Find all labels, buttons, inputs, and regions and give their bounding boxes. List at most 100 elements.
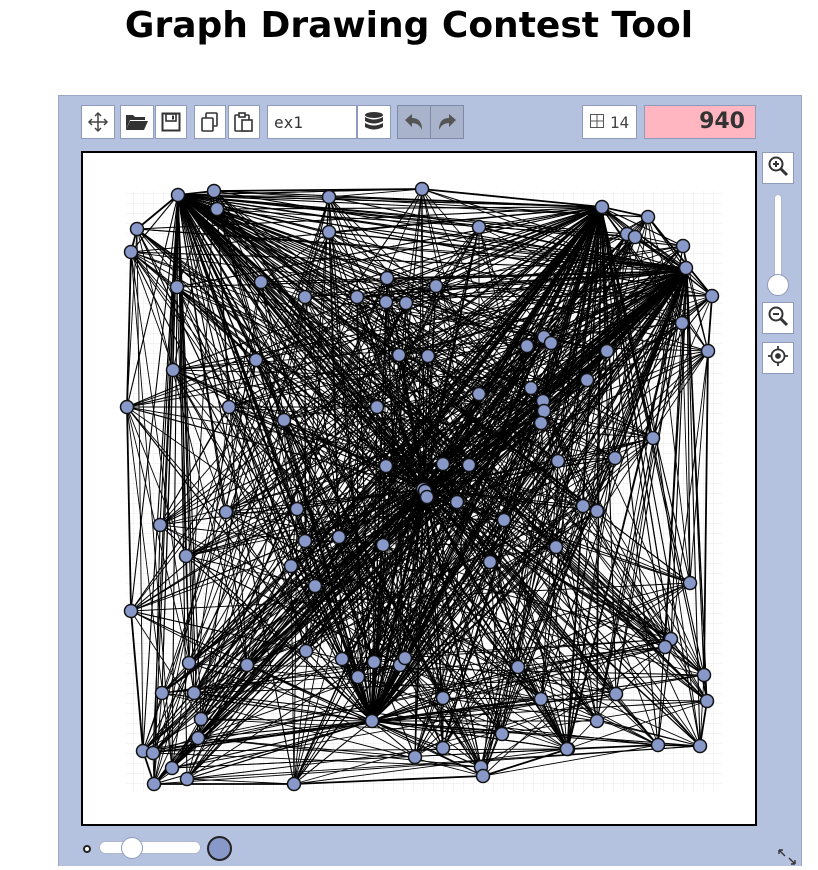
graph-vertex[interactable] [364, 713, 380, 729]
graph-vertex[interactable] [428, 278, 444, 294]
graph-vertex[interactable] [494, 726, 510, 742]
copy-button[interactable] [194, 105, 226, 139]
vertex-size-slider-track[interactable] [99, 841, 201, 854]
undo-button[interactable] [397, 105, 431, 139]
zoom-in-button[interactable] [762, 152, 794, 184]
graph-vertex[interactable] [321, 189, 337, 205]
graph-vertex[interactable] [608, 686, 624, 702]
graph-vertex[interactable] [533, 691, 549, 707]
graph-vertex[interactable] [435, 740, 451, 756]
vertex-size-slider-handle[interactable] [121, 837, 143, 859]
graph-vertex[interactable] [123, 603, 139, 619]
graph-vertex[interactable] [533, 415, 549, 431]
graph-vertex[interactable] [471, 386, 487, 402]
graph-vertex[interactable] [178, 548, 194, 564]
graph-vertex[interactable] [510, 659, 526, 675]
database-button[interactable] [357, 105, 391, 139]
graph-vertex[interactable] [349, 289, 365, 305]
center-view-button[interactable] [762, 342, 794, 374]
graph-vertex[interactable] [414, 181, 430, 197]
graph-vertex[interactable] [334, 651, 350, 667]
graph-vertex[interactable] [407, 749, 423, 765]
graph-vertex[interactable] [692, 738, 708, 754]
graph-vertex[interactable] [145, 745, 161, 761]
graph-vertex[interactable] [146, 776, 162, 792]
redo-button[interactable] [430, 105, 464, 139]
graph-vertex[interactable] [164, 760, 180, 776]
graph-vertex[interactable] [297, 289, 313, 305]
graph-vertex[interactable] [248, 352, 264, 368]
graph-vertex[interactable] [397, 650, 413, 666]
graph-vertex[interactable] [239, 657, 255, 673]
graph-vertex[interactable] [536, 403, 552, 419]
graph-vertex[interactable] [369, 399, 385, 415]
graph-vertex[interactable] [366, 654, 382, 670]
graph-vertex[interactable] [589, 713, 605, 729]
graph-vertex[interactable] [589, 503, 605, 519]
graph-vertex[interactable] [170, 187, 186, 203]
graph-vertex[interactable] [640, 209, 656, 225]
graph-vertex[interactable] [550, 453, 566, 469]
graph-vertex[interactable] [193, 711, 209, 727]
graph-vertex[interactable] [321, 224, 337, 240]
graph-vertex[interactable] [165, 362, 181, 378]
graph-vertex[interactable] [482, 554, 498, 570]
graph-vertex[interactable] [548, 539, 564, 555]
graph-vertex[interactable] [699, 693, 715, 709]
graph-vertex[interactable] [169, 279, 185, 295]
graph-vertex[interactable] [704, 288, 720, 304]
graph-vertex[interactable] [599, 343, 615, 359]
graph-vertex[interactable] [675, 238, 691, 254]
graph-vertex[interactable] [181, 655, 197, 671]
graph-vertex[interactable] [696, 667, 712, 683]
graph-vertex[interactable] [607, 450, 623, 466]
graph-vertex[interactable] [286, 776, 302, 792]
paste-button[interactable] [228, 105, 260, 139]
graph-vertex[interactable] [650, 737, 666, 753]
graph-vertex[interactable] [289, 501, 305, 517]
graph-vertex[interactable] [523, 380, 539, 396]
graph-vertex[interactable] [391, 347, 407, 363]
graph-vertex[interactable] [378, 458, 394, 474]
graph-vertex[interactable] [378, 294, 394, 310]
graph-vertex[interactable] [123, 244, 139, 260]
graph-vertex[interactable] [221, 399, 237, 415]
graph-vertex[interactable] [543, 335, 559, 351]
graph-name-input[interactable] [267, 105, 357, 139]
graph-vertex[interactable] [435, 456, 451, 472]
graph-vertex[interactable] [471, 219, 487, 235]
graph-vertex[interactable] [579, 372, 595, 388]
zoom-out-button[interactable] [762, 302, 794, 334]
move-button[interactable] [81, 105, 115, 139]
graph-vertex[interactable] [475, 768, 491, 784]
resize-grip-icon[interactable] [777, 848, 797, 866]
graph-vertex[interactable] [276, 412, 292, 428]
graph-vertex[interactable] [154, 685, 170, 701]
graph-vertex[interactable] [674, 315, 690, 331]
graph-vertex[interactable] [129, 221, 145, 237]
graph-vertex[interactable] [283, 558, 299, 574]
graph-vertex[interactable] [398, 295, 414, 311]
graph-vertex[interactable] [575, 498, 591, 514]
graph-vertex[interactable] [307, 578, 323, 594]
graph-vertex[interactable] [645, 430, 661, 446]
graph-vertex[interactable] [627, 229, 643, 245]
graph-vertex[interactable] [152, 517, 168, 533]
graph-vertex[interactable] [657, 639, 673, 655]
graph-vertex[interactable] [179, 771, 195, 787]
graph-vertex[interactable] [209, 201, 225, 217]
graph-vertex[interactable] [297, 533, 313, 549]
graph-vertex[interactable] [682, 575, 698, 591]
graph-vertex[interactable] [700, 343, 716, 359]
graph-vertex[interactable] [331, 529, 347, 545]
graph-vertex[interactable] [119, 399, 135, 415]
grid-size-control[interactable]: 14 [582, 105, 637, 139]
graph-vertex[interactable] [190, 730, 206, 746]
graph-vertex[interactable] [559, 741, 575, 757]
graph-drawing[interactable] [83, 153, 755, 824]
graph-vertex[interactable] [678, 260, 694, 276]
graph-vertex[interactable] [218, 504, 234, 520]
graph-vertex[interactable] [350, 669, 366, 685]
graph-vertex[interactable] [375, 537, 391, 553]
graph-vertex[interactable] [186, 685, 202, 701]
